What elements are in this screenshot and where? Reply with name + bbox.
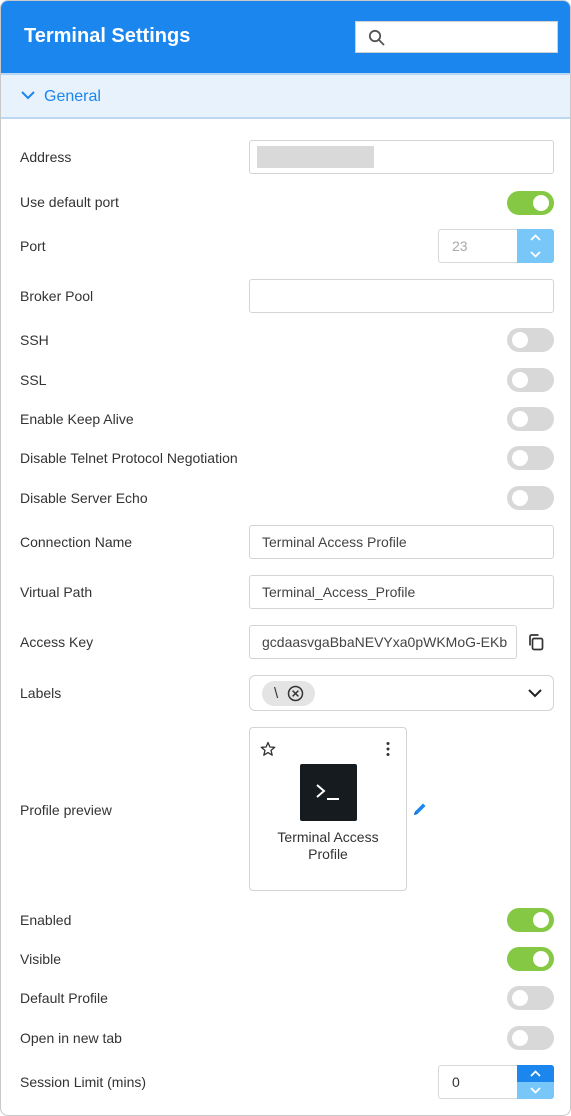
profile-preview-card[interactable]: Terminal Access Profile (249, 727, 407, 891)
toggle-knob (533, 912, 549, 928)
broker-pool-label: Broker Pool (20, 288, 94, 304)
session-limit-stepper-arrows (517, 1065, 554, 1099)
broker-pool-field[interactable] (249, 279, 554, 313)
chevron-up-icon[interactable] (517, 1065, 554, 1082)
chevron-up-icon[interactable] (517, 229, 554, 246)
profile-card-title-line1: Terminal Access (277, 829, 379, 845)
search-icon (368, 29, 385, 46)
toggle-knob (533, 951, 549, 967)
toggle-knob (512, 450, 528, 466)
toggle-knob (533, 195, 549, 211)
session-limit-stepper[interactable]: 0 (438, 1065, 554, 1099)
copy-icon[interactable] (527, 633, 545, 651)
default-profile-label: Default Profile (20, 990, 108, 1006)
labels-select[interactable]: \ (249, 675, 554, 711)
remove-chip-icon[interactable] (287, 685, 304, 702)
connection-name-field[interactable]: Terminal Access Profile (249, 525, 554, 559)
star-icon[interactable] (260, 741, 276, 757)
chevron-down-icon[interactable] (517, 246, 554, 263)
address-label: Address (20, 149, 72, 165)
visible-label: Visible (20, 951, 61, 967)
toggle-knob (512, 372, 528, 388)
page-title: Terminal Settings (24, 25, 191, 47)
header: Terminal Settings (1, 1, 570, 73)
keep-alive-toggle[interactable] (507, 407, 554, 431)
access-key-field[interactable]: gcdaasvgaBbaNEVYxa0pWKMoG-EKb (249, 625, 517, 659)
disable-telnet-label: Disable Telnet Protocol Negotiation (20, 450, 238, 466)
section-general[interactable]: General (1, 73, 570, 119)
profile-preview-label: Profile preview (20, 802, 112, 818)
use-default-port-toggle[interactable] (507, 191, 554, 215)
label-chip-text: \ (274, 685, 279, 702)
toggle-knob (512, 411, 528, 427)
address-redacted (257, 146, 374, 168)
ssh-toggle[interactable] (507, 328, 554, 352)
profile-card-title: Terminal Access Profile (250, 829, 406, 863)
virtual-path-field[interactable]: Terminal_Access_Profile (249, 575, 554, 609)
search-input[interactable] (355, 21, 558, 53)
disable-echo-toggle[interactable] (507, 486, 554, 510)
terminal-tile (300, 764, 357, 821)
enabled-label: Enabled (20, 912, 72, 928)
ssl-label: SSL (20, 372, 47, 388)
keep-alive-label: Enable Keep Alive (20, 411, 134, 427)
port-stepper[interactable]: 23 (438, 229, 554, 263)
toggle-knob (512, 332, 528, 348)
visible-toggle[interactable] (507, 947, 554, 971)
label-chip: \ (262, 681, 315, 706)
section-title: General (44, 88, 101, 105)
virtual-path-label: Virtual Path (20, 584, 93, 600)
port-value: 23 (452, 238, 468, 254)
ssl-toggle[interactable] (507, 368, 554, 392)
disable-telnet-toggle[interactable] (507, 446, 554, 470)
enabled-toggle[interactable] (507, 908, 554, 932)
toggle-knob (512, 1030, 528, 1046)
session-limit-label: Session Limit (mins) (20, 1074, 147, 1090)
chevron-down-icon (21, 91, 35, 100)
session-limit-value: 0 (452, 1074, 460, 1090)
terminal-prompt-icon (316, 784, 339, 800)
toggle-knob (512, 990, 528, 1006)
open-new-tab-toggle[interactable] (507, 1026, 554, 1050)
use-default-port-label: Use default port (20, 194, 119, 210)
chevron-down-icon[interactable] (517, 1082, 554, 1099)
default-profile-toggle[interactable] (507, 986, 554, 1010)
toggle-knob (512, 490, 528, 506)
terminal-settings-panel: Terminal Settings General Address Use de… (0, 0, 571, 1116)
port-stepper-arrows (517, 229, 554, 263)
disable-echo-label: Disable Server Echo (20, 490, 148, 506)
address-field[interactable] (249, 140, 554, 174)
profile-card-title-line2: Profile (308, 846, 348, 862)
more-options-icon[interactable] (384, 741, 392, 757)
labels-label: Labels (20, 685, 62, 701)
port-label: Port (20, 238, 46, 254)
ssh-label: SSH (20, 332, 49, 348)
pencil-icon[interactable] (412, 801, 428, 817)
open-new-tab-label: Open in new tab (20, 1030, 122, 1046)
access-key-label: Access Key (20, 634, 94, 650)
chevron-down-icon (528, 689, 542, 698)
connection-name-label: Connection Name (20, 534, 133, 550)
